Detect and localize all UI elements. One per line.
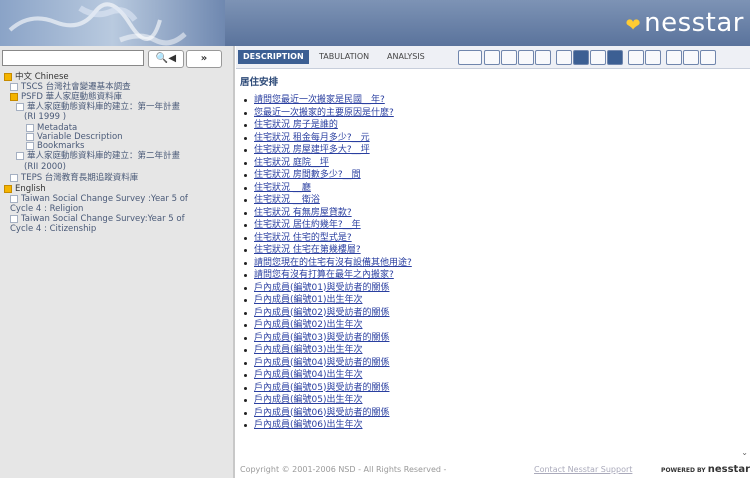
tree-node-year2-code: (RII 2000) <box>24 162 66 172</box>
variable-link[interactable]: 住宅狀況 住宅在第幾樓層? <box>244 244 412 257</box>
tree-node-tscs-citizenship[interactable]: Taiwan Social Change Survey:Year 5 of <box>10 214 185 224</box>
dataset-icon <box>16 151 24 160</box>
variable-link[interactable]: 住宅狀況 居住約幾年?__年 <box>244 219 412 232</box>
variable-link[interactable]: 住宅狀況 有無房屋貸款? <box>244 207 412 220</box>
metadata-icon <box>26 123 34 132</box>
variable-link[interactable]: 戶內成員(編號01)與受訪者的關係 <box>244 282 412 295</box>
tree-node-english[interactable]: English <box>4 184 46 194</box>
variable-link[interactable]: 戶內成員(編號05)與受訪者的關係 <box>244 382 412 395</box>
save-icon[interactable] <box>607 50 623 65</box>
globe-banner <box>0 0 225 46</box>
variable-link[interactable]: 戶內成員(編號04)與受訪者的關係 <box>244 357 412 370</box>
variable-link[interactable]: 戶內成員(編號05)出生年次 <box>244 394 412 407</box>
cube-icon[interactable] <box>590 50 606 65</box>
folder-open-icon <box>10 92 18 101</box>
tab-tabulation[interactable]: TABULATION <box>314 50 374 64</box>
sidebar: 🔍◀ » 中文 Chinese TSCS 台灣社會變遷基本調查 PSFD 華人家… <box>0 46 235 478</box>
filter-icon[interactable] <box>573 50 589 65</box>
section-title: 居住安排 <box>240 77 279 88</box>
scroll-down-icon[interactable]: ⌄ <box>741 448 748 457</box>
world-map-icon <box>8 2 187 46</box>
page-icon[interactable] <box>683 50 699 65</box>
variable-link[interactable]: 請問您有沒有打算在最年之內搬家? <box>244 269 412 282</box>
dataset-icon <box>10 214 18 223</box>
tab-analysis[interactable]: ANALYSIS <box>382 50 430 64</box>
variable-link[interactable]: 住宅狀況 住宅的型式是? <box>244 232 412 245</box>
variable-list: 請問您最近一次搬家是民國__年? 您最近一次搬家的主要原因是什麼? 住宅狀況 房子是… <box>244 94 412 432</box>
variable-link[interactable]: 您最近一次搬家的主要原因是什麼? <box>244 107 412 120</box>
help-icon[interactable] <box>700 50 716 65</box>
search-input[interactable] <box>2 50 144 66</box>
doc-icon[interactable] <box>645 50 661 65</box>
powered-by-badge: POWERED BY nesstar <box>661 464 750 475</box>
variable-link[interactable]: 戶內成員(編號06)與受訪者的關係 <box>244 407 412 420</box>
tab-description[interactable]: DESCRIPTION <box>238 50 309 64</box>
variable-link[interactable]: 住宅狀況 庭院__坪 <box>244 157 412 170</box>
variables-icon <box>26 132 34 141</box>
variable-link[interactable]: 住宅狀況 房間數多少?__間 <box>244 169 412 182</box>
tree-node-tscs[interactable]: TSCS 台灣社會變遷基本調查 <box>10 82 131 92</box>
logo-text: nesstar <box>644 8 744 38</box>
variable-link[interactable]: 戶內成員(編號03)出生年次 <box>244 344 412 357</box>
description-panel: 居住安排 請問您最近一次搬家是民國__年? 您最近一次搬家的主要原因是什麼? 住宅狀… <box>236 68 746 462</box>
bookmark-icon <box>26 141 34 150</box>
variable-link[interactable]: 住宅狀況 房子是誰的 <box>244 119 412 132</box>
variable-link[interactable]: 戶內成員(編號02)出生年次 <box>244 319 412 332</box>
variable-link[interactable]: 請問您現在的住宅有沒有設備其他用途? <box>244 257 412 270</box>
next-button[interactable]: » <box>186 50 222 68</box>
footer: Copyright © 2001-2006 NSD - All Rights R… <box>236 462 750 478</box>
app-header: ❤ nesstar <box>0 0 750 46</box>
variable-link[interactable]: 住宅狀況 租金每月多少?__元 <box>244 132 412 145</box>
find-button[interactable]: 🔍◀ <box>148 50 184 68</box>
dataset-icon <box>10 194 18 203</box>
tree-node-year1-code: (RI 1999 ) <box>24 112 67 122</box>
folder-open-icon <box>4 72 12 81</box>
tree-node-bookmarks[interactable]: Bookmarks <box>26 141 85 151</box>
print-icon[interactable] <box>666 50 682 65</box>
tree-node-tscs-religion[interactable]: Taiwan Social Change Survey :Year 5 of <box>10 194 188 204</box>
tree-node-psfd-year2[interactable]: 華人家庭動態資料庫的建立：第二年計畫 <box>16 151 180 161</box>
variable-link[interactable]: 戶內成員(編號03)與受訪者的關係 <box>244 332 412 345</box>
variable-link[interactable]: 住宅狀況 房屋建坪多大?__坪 <box>244 144 412 157</box>
nesstar-logo: ❤ nesstar <box>626 8 744 38</box>
variable-link[interactable]: 戶內成員(編號04)出生年次 <box>244 369 412 382</box>
select-box-icon[interactable] <box>458 50 482 65</box>
bar-chart-icon[interactable] <box>484 50 500 65</box>
tab-bar: DESCRIPTION TABULATION ANALYSIS <box>236 46 750 69</box>
search-bar: 🔍◀ » <box>2 50 228 68</box>
contact-support-link[interactable]: Contact Nesstar Support <box>534 462 632 478</box>
variable-link[interactable]: 戶內成員(編號01)出生年次 <box>244 294 412 307</box>
tree-node-teps[interactable]: TEPS 台灣教育長期追蹤資料庫 <box>10 173 138 183</box>
tree-node-chinese[interactable]: 中文 Chinese <box>4 72 69 82</box>
cross-icon[interactable] <box>501 50 517 65</box>
tree-node-tscs-citizenship-cont: Cycle 4 : Citizenship <box>10 224 97 234</box>
copyright-text: Copyright © 2001-2006 NSD - All Rights R… <box>240 465 447 474</box>
circle-icon[interactable] <box>535 50 551 65</box>
folder-closed-icon <box>10 82 18 91</box>
tree-node-psfd[interactable]: PSFD 華人家庭動態資料庫 <box>10 92 122 102</box>
variable-link[interactable]: 戶內成員(編號06)出生年次 <box>244 419 412 432</box>
tree-node-psfd-year1[interactable]: 華人家庭動態資料庫的建立：第一年計畫 <box>16 102 180 112</box>
folder-closed-icon <box>10 173 18 182</box>
variable-link[interactable]: 住宅狀況 __廳 <box>244 182 412 195</box>
heart-logo-icon: ❤ <box>625 15 642 36</box>
tree-node-tscs-religion-cont: Cycle 4 : Religion <box>10 204 84 214</box>
text-icon[interactable] <box>628 50 644 65</box>
variable-link[interactable]: 戶內成員(編號02)與受訪者的關係 <box>244 307 412 320</box>
variable-link[interactable]: 請問您最近一次搬家是民國__年? <box>244 94 412 107</box>
folder-open-icon <box>4 184 12 193</box>
circle-icon[interactable] <box>518 50 534 65</box>
variable-link[interactable]: 住宅狀況 __衛浴 <box>244 194 412 207</box>
dataset-icon <box>16 102 24 111</box>
graph-icon[interactable] <box>556 50 572 65</box>
